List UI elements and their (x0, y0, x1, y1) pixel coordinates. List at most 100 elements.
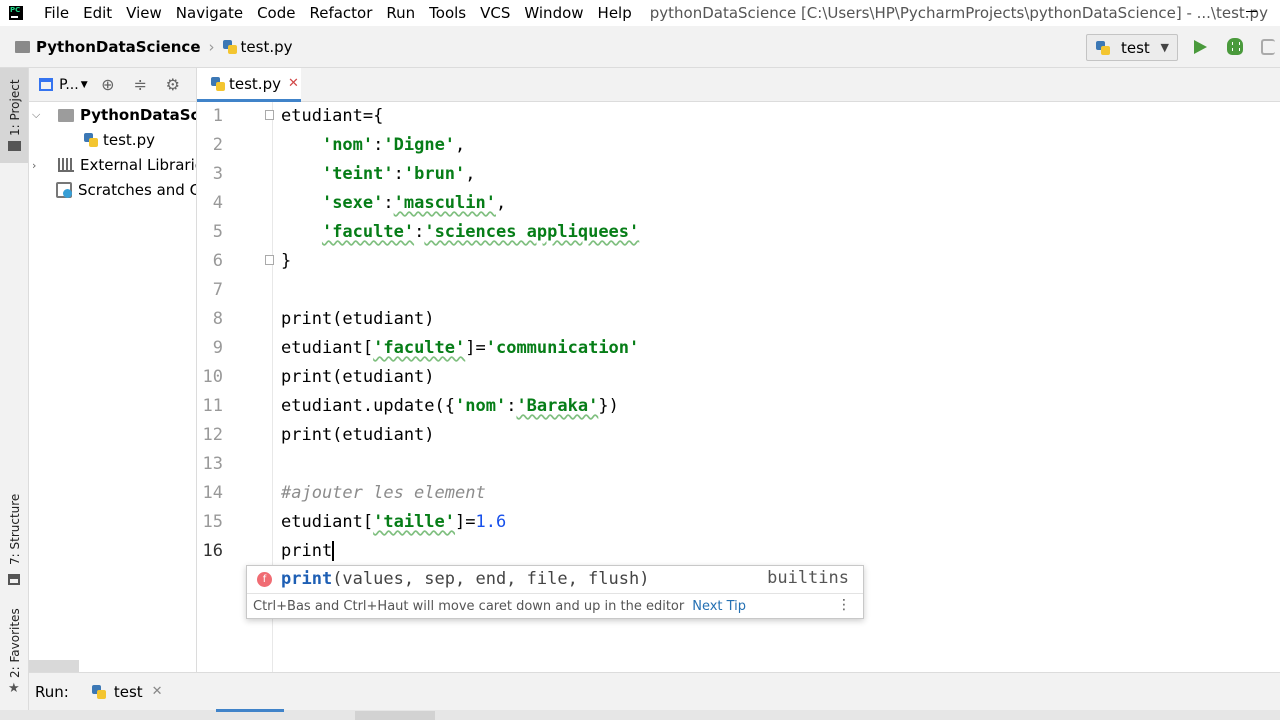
tree-item-label: PythonDataScience (80, 106, 197, 124)
run-with-coverage-icon[interactable] (1261, 39, 1275, 55)
menu-view[interactable]: View (119, 0, 169, 26)
code-line[interactable]: etudiant={ (281, 106, 383, 126)
run-tab-test[interactable]: test (114, 683, 143, 701)
code-line[interactable]: 'teint':'brun', (281, 164, 476, 184)
run-tool-window-bar: Run: test ✕ (29, 672, 1280, 710)
fold-marker-icon[interactable] (265, 255, 274, 265)
line-number: 7 (212, 280, 223, 300)
gear-icon[interactable]: ⚙ (165, 75, 181, 94)
close-icon[interactable]: ✕ (152, 684, 163, 699)
folder-icon (8, 141, 21, 151)
next-tip-link[interactable]: Next Tip (692, 599, 746, 614)
code-line[interactable]: etudiant['faculte']='communication' (281, 338, 639, 358)
code-token: : (506, 396, 517, 416)
tree-item-scratches[interactable]: Scratches and Consoles (56, 178, 196, 202)
menu-vcs[interactable]: VCS (473, 0, 517, 26)
folder-icon (15, 40, 30, 53)
star-icon[interactable]: ★ (8, 681, 20, 696)
code-token: 'sexe' (321, 193, 384, 213)
code-token: 'nom' (321, 135, 374, 155)
code-token: etudiant.update({ (281, 396, 455, 416)
tab-test-py[interactable]: test.py ✕ (197, 68, 301, 102)
code-line[interactable]: print(etudiant) (281, 309, 435, 329)
menu-bar: File Edit View Navigate Code Refactor Ru… (0, 0, 1280, 26)
menu-file[interactable]: File (37, 0, 76, 26)
more-options-icon[interactable]: ⋮ (837, 597, 851, 613)
tree-item-label: test.py (103, 131, 155, 149)
horizontal-scrollbar[interactable] (29, 660, 79, 672)
menu-edit[interactable]: Edit (76, 0, 119, 26)
chevron-down-icon[interactable]: ⌵ (32, 108, 44, 122)
favorites-tool-tab[interactable]: 2: Favorites (8, 608, 22, 678)
menu-refactor[interactable]: Refactor (302, 0, 379, 26)
menu-help[interactable]: Help (591, 0, 639, 26)
structure-tool-tab[interactable]: 7: Structure (8, 494, 22, 565)
collapse-all-icon[interactable]: ≑ (132, 75, 148, 94)
tree-item-project-root[interactable]: ⌵ PythonDataScience (29, 103, 197, 127)
debug-bug-icon[interactable] (1227, 38, 1243, 55)
code-line[interactable]: #ajouter les element (281, 483, 486, 503)
breadcrumb-separator: › (208, 37, 215, 56)
line-number: 15 (202, 512, 223, 532)
code-line[interactable]: etudiant['taille']=1.6 (281, 512, 506, 532)
structure-icon[interactable] (8, 574, 20, 585)
code-line[interactable]: print (281, 541, 335, 561)
code-token: print(etudiant) (281, 309, 435, 329)
tree-item-external-libraries[interactable]: › External Libraries (29, 153, 196, 177)
project-tab-label: 1: Project (8, 79, 22, 136)
menu-code[interactable]: Code (250, 0, 302, 26)
code-token: , (465, 164, 476, 184)
completion-signature: (values, sep, end, file, flush) (332, 569, 650, 589)
code-line[interactable]: print(etudiant) (281, 425, 435, 445)
run-icon[interactable] (1194, 40, 1207, 54)
python-file-icon (222, 39, 237, 54)
code-token: }) (598, 396, 619, 416)
code-line[interactable]: 'faculte':'sciences appliquees' (281, 222, 639, 242)
line-number: 11 (202, 396, 223, 416)
tree-item-test-py[interactable]: test.py (84, 128, 155, 152)
chevron-right-icon[interactable]: › (32, 159, 44, 172)
code-token: print(etudiant) (281, 425, 435, 445)
bottom-tab[interactable] (355, 711, 435, 720)
tip-text: Ctrl+Bas and Ctrl+Haut will move caret d… (253, 599, 685, 614)
run-label: Run: (35, 682, 69, 701)
code-line[interactable]: 'nom':'Digne', (281, 135, 465, 155)
menu-run[interactable]: Run (379, 0, 422, 26)
close-icon[interactable]: ✕ (288, 76, 299, 91)
code-token: 'faculte' (321, 222, 415, 242)
line-number: 10 (202, 367, 223, 387)
menu-tools[interactable]: Tools (422, 0, 473, 26)
code-token: : (373, 135, 384, 155)
chevron-down-icon: ▼ (1160, 41, 1169, 54)
code-token: : (414, 222, 425, 242)
project-view-icon (39, 78, 54, 91)
breadcrumb-project[interactable]: PythonDataScience (36, 38, 201, 56)
menu-window[interactable]: Window (517, 0, 590, 26)
line-number: 13 (202, 454, 223, 474)
completion-item-print[interactable]: f print (values, sep, end, file, flush) … (247, 566, 863, 592)
code-completion-popup: f print (values, sep, end, file, flush) … (246, 565, 864, 619)
fold-marker-icon[interactable] (265, 110, 274, 120)
minimize-window-button[interactable] (1246, 11, 1257, 12)
menu-navigate[interactable]: Navigate (169, 0, 250, 26)
project-tool-tab[interactable]: 1: Project (0, 68, 28, 163)
code-line[interactable]: 'sexe':'masculin', (281, 193, 506, 213)
run-configuration-select[interactable]: test ▼ (1086, 34, 1178, 61)
code-token: 'sciences appliquees' (424, 222, 640, 242)
text-caret (332, 541, 335, 561)
editor-tab-bar: test.py ✕ (197, 68, 1280, 102)
code-line[interactable]: print(etudiant) (281, 367, 435, 387)
project-view-selector[interactable]: P... (59, 77, 79, 93)
caret-down-icon[interactable]: ▼ (81, 80, 88, 90)
function-icon: f (257, 571, 272, 587)
code-line[interactable]: } (281, 251, 291, 271)
code-line[interactable]: etudiant.update({'nom':'Baraka'}) (281, 396, 619, 416)
locate-target-icon[interactable]: ⊕ (100, 75, 116, 94)
code-token: etudiant[ (281, 338, 374, 358)
breadcrumb-file[interactable]: test.py (241, 38, 293, 56)
line-number: 6 (212, 251, 223, 271)
run-configuration-name: test (1121, 38, 1150, 57)
